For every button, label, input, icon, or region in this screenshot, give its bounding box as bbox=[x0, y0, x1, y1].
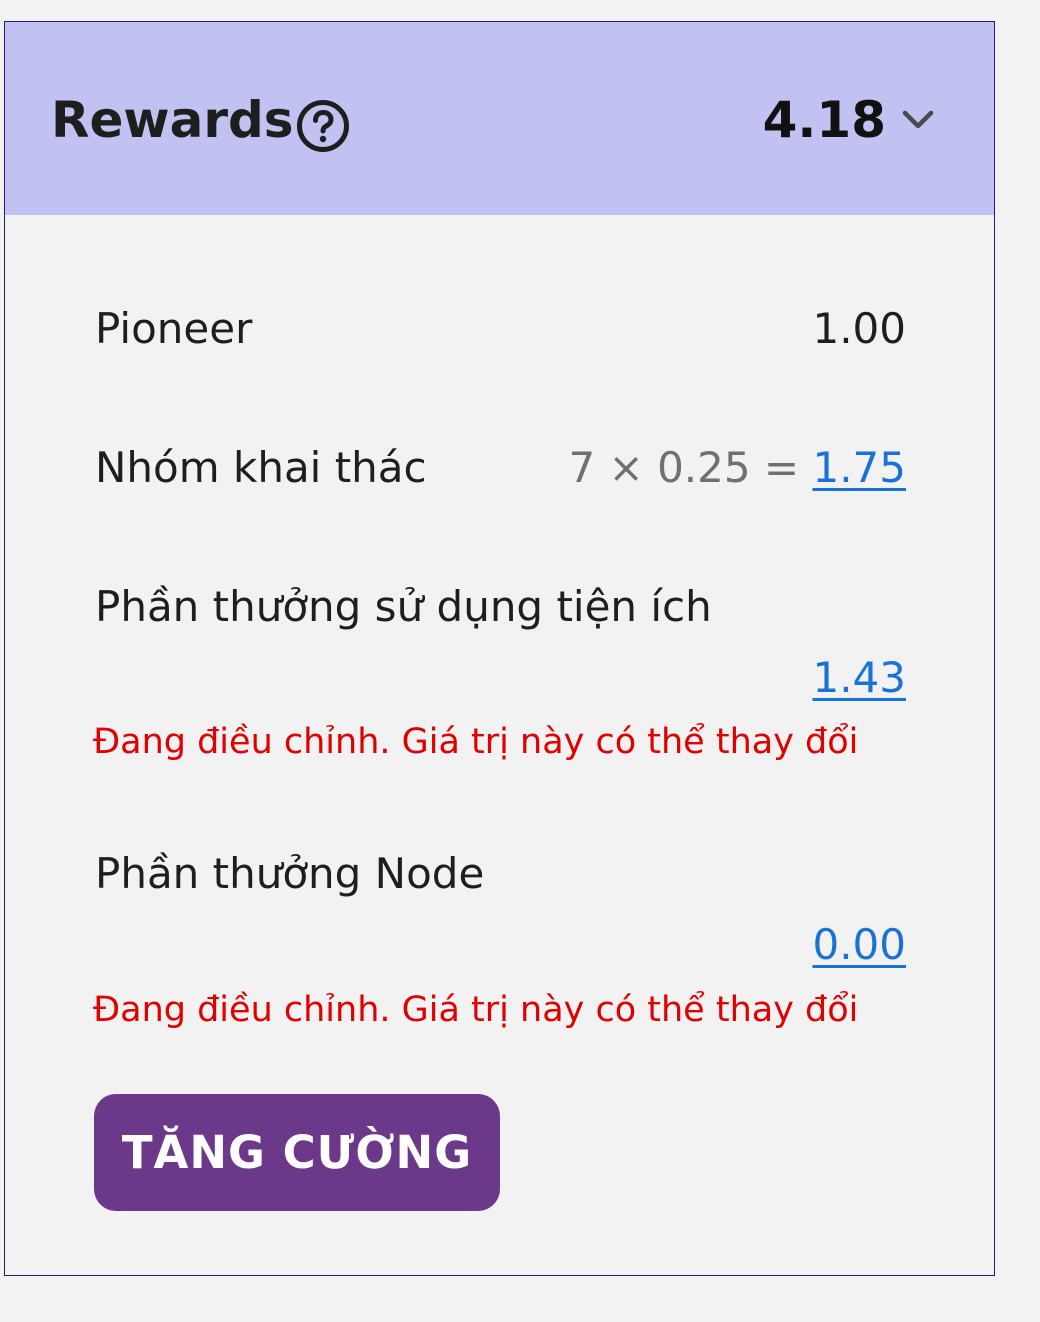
pioneer-label: Pioneer bbox=[95, 304, 253, 353]
rewards-card: Rewards 4.18 Pioneer 1.00 Nhóm khai thác… bbox=[4, 21, 995, 1276]
pioneer-value: 1.00 bbox=[812, 304, 906, 353]
utility-value-link[interactable]: 1.43 bbox=[812, 653, 906, 703]
node-label: Phần thưởng Node bbox=[95, 849, 485, 898]
chevron-down-icon[interactable] bbox=[900, 108, 936, 132]
utility-label: Phần thưởng sử dụng tiện ích bbox=[95, 582, 712, 631]
node-warning: Đang điều chỉnh. Giá trị này có thể thay… bbox=[93, 990, 859, 1030]
utility-warning: Đang điều chỉnh. Giá trị này có thể thay… bbox=[93, 722, 859, 762]
rewards-total: 4.18 bbox=[762, 91, 886, 149]
rewards-header[interactable]: Rewards 4.18 bbox=[5, 22, 994, 215]
rewards-title: Rewards bbox=[51, 91, 294, 149]
security-circle-formula: 7 × 0.25 = bbox=[568, 443, 813, 492]
node-value-link[interactable]: 0.00 bbox=[812, 920, 906, 970]
boost-button[interactable]: TĂNG CƯỜNG bbox=[94, 1094, 500, 1211]
security-circle-value-link[interactable]: 1.75 bbox=[812, 443, 906, 492]
question-circle-icon[interactable] bbox=[296, 99, 350, 153]
security-circle-label: Nhóm khai thác bbox=[95, 443, 427, 492]
security-circle-value-row: 7 × 0.25 = 1.75 bbox=[568, 443, 906, 493]
